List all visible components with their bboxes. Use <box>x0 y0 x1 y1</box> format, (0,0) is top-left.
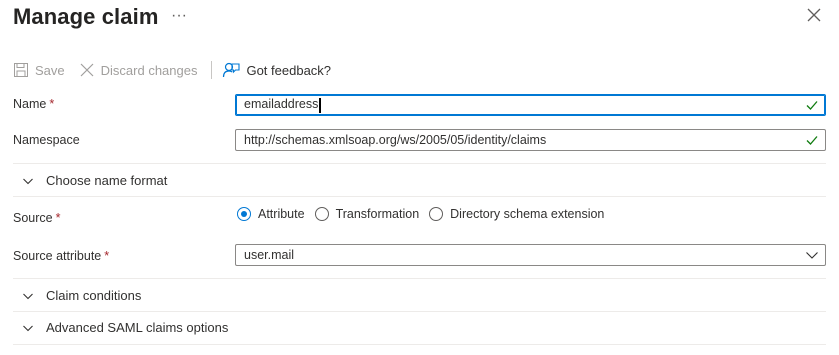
required-marker: * <box>55 211 61 225</box>
chevron-down-icon <box>23 325 33 331</box>
radio-directory-schema-extension-label: Directory schema extension <box>450 207 605 221</box>
divider <box>13 196 826 197</box>
source-label-text: Source <box>13 211 53 225</box>
name-label: Name * <box>13 97 54 111</box>
discard-changes-label: Discard changes <box>100 62 198 78</box>
divider <box>13 344 826 345</box>
radio-attribute[interactable]: Attribute <box>237 207 305 221</box>
chevron-down-icon <box>806 252 818 259</box>
source-attribute-dropdown[interactable]: user.mail <box>235 244 826 266</box>
advanced-saml-claims-options-label: Advanced SAML claims options <box>46 320 229 335</box>
radio-indicator <box>314 207 329 221</box>
radio-transformation[interactable]: Transformation <box>314 207 420 221</box>
required-marker: * <box>104 249 110 263</box>
check-icon <box>806 136 818 145</box>
radio-selected-indicator <box>237 207 251 221</box>
required-marker: * <box>49 97 55 111</box>
command-bar: Save Discard changes Got feedback? <box>13 60 345 80</box>
divider <box>13 311 826 312</box>
claim-conditions-label: Claim conditions <box>46 288 142 303</box>
namespace-input[interactable]: http://schemas.xmlsoap.org/ws/2005/05/id… <box>235 129 826 151</box>
source-label: Source * <box>13 211 60 225</box>
more-options-button[interactable]: ··· <box>171 7 187 25</box>
radio-attribute-label: Attribute <box>258 207 305 221</box>
check-icon <box>806 101 818 110</box>
text-cursor <box>319 97 322 113</box>
source-attribute-value: user.mail <box>244 248 295 262</box>
name-input-value: emailaddress <box>244 97 319 112</box>
claim-conditions-expander[interactable]: Claim conditions <box>22 288 141 303</box>
chevron-down-icon <box>23 293 33 299</box>
radio-transformation-label: Transformation <box>335 207 420 221</box>
advanced-saml-claims-options-expander[interactable]: Advanced SAML claims options <box>22 320 228 335</box>
page-title: Manage claim <box>13 4 159 29</box>
got-feedback-button[interactable]: Got feedback? <box>222 61 331 79</box>
choose-name-format-label: Choose name format <box>46 173 168 188</box>
divider <box>13 278 826 279</box>
feedback-icon <box>223 62 241 78</box>
radio-directory-schema-extension[interactable]: Directory schema extension <box>429 207 604 221</box>
name-input[interactable]: emailaddress <box>235 94 826 116</box>
got-feedback-label: Got feedback? <box>246 62 332 78</box>
name-label-text: Name <box>13 97 47 111</box>
save-button[interactable]: Save <box>13 62 65 78</box>
namespace-input-value: http://schemas.xmlsoap.org/ws/2005/05/id… <box>244 133 547 147</box>
radio-indicator <box>429 207 444 221</box>
toolbar-divider <box>211 61 213 79</box>
source-attribute-label: Source attribute * <box>13 249 109 263</box>
chevron-down-icon <box>23 178 33 184</box>
divider <box>13 163 826 164</box>
discard-changes-button[interactable]: Discard changes <box>79 62 198 78</box>
save-label: Save <box>35 62 65 78</box>
close-icon[interactable] <box>806 7 822 23</box>
save-icon <box>14 63 28 77</box>
namespace-label: Namespace <box>13 133 80 147</box>
discard-icon <box>80 63 94 77</box>
source-attribute-label-text: Source attribute <box>13 249 102 263</box>
source-radio-group: Attribute Transformation Directory schem… <box>237 207 614 221</box>
choose-name-format-expander[interactable]: Choose name format <box>22 173 167 188</box>
